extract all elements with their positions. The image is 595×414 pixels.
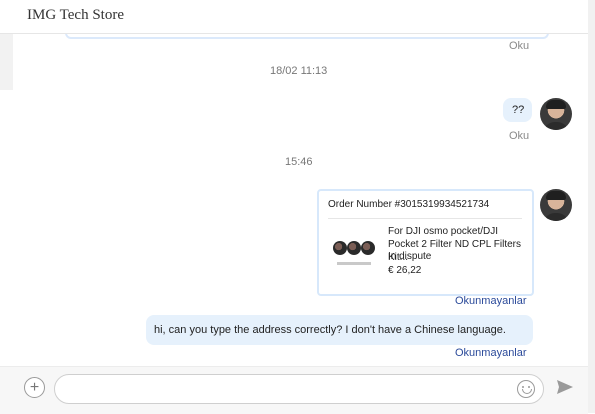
- divider: [328, 218, 522, 219]
- order-status: In dispute: [388, 251, 432, 262]
- timestamp: 15:46: [285, 156, 313, 168]
- avatar-icon: [540, 98, 572, 130]
- order-card[interactable]: Order Number #3015319934521734 For DJI o…: [317, 189, 534, 296]
- previous-read-status: Oku: [509, 40, 530, 52]
- message-input-box[interactable]: [54, 374, 544, 404]
- message-bubble: hi, can you type the address correctly? …: [146, 315, 533, 345]
- chat-window: IMG Tech Store Oku 18/02 11:13 ?? Oku 15…: [0, 0, 589, 414]
- emoji-icon[interactable]: [517, 380, 535, 398]
- message-list[interactable]: Oku 18/02 11:13 ?? Oku 15:46 Order Numbe…: [13, 34, 588, 366]
- message-composer: +: [0, 366, 588, 414]
- store-name: IMG Tech Store: [27, 7, 124, 23]
- left-panel-edge: [0, 34, 13, 90]
- message-bubble: ??: [503, 98, 532, 122]
- read-status-link[interactable]: Okunmayanlar: [455, 295, 527, 307]
- message-text: hi, can you type the address correctly? …: [154, 324, 506, 336]
- order-price: € 26,22: [388, 265, 422, 276]
- send-icon[interactable]: [556, 379, 574, 395]
- message-text: ??: [512, 104, 525, 116]
- previous-message-bubble: [65, 34, 549, 39]
- avatar-icon: [540, 189, 572, 221]
- read-status-link[interactable]: Okunmayanlar: [455, 347, 527, 359]
- order-number: Order Number #3015319934521734: [328, 199, 490, 210]
- product-thumbnail[interactable]: [331, 235, 377, 271]
- plus-icon[interactable]: +: [24, 377, 45, 398]
- message-read-status: Oku: [509, 130, 530, 142]
- message-input[interactable]: [67, 379, 511, 401]
- scrollbar[interactable]: [588, 0, 595, 413]
- timestamp: 18/02 11:13: [270, 65, 328, 77]
- chat-header: IMG Tech Store: [0, 0, 588, 34]
